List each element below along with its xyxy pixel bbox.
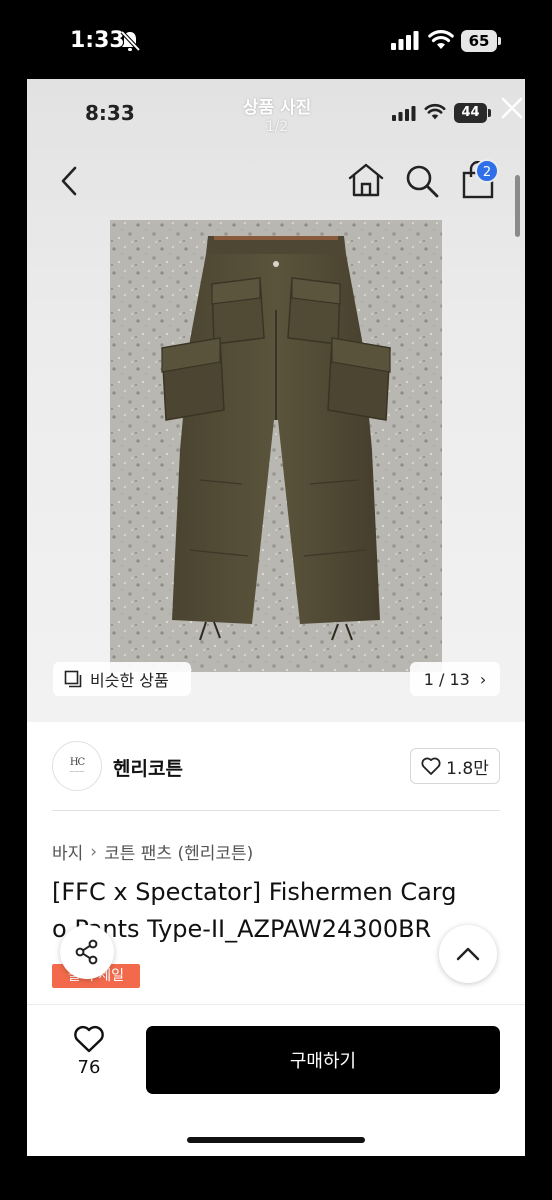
wifi-icon bbox=[428, 30, 454, 49]
similar-products-icon bbox=[64, 670, 82, 688]
outer-time: 1:33 bbox=[70, 28, 125, 53]
outer-status-bar: 1:33 65 bbox=[0, 0, 552, 80]
heart-outline-icon bbox=[421, 757, 441, 775]
battery-indicator: 65 bbox=[461, 30, 501, 52]
inner-time: 8:33 bbox=[85, 101, 135, 125]
similar-products-label: 비슷한 상품 bbox=[90, 671, 169, 690]
chevron-right-icon: › bbox=[90, 841, 98, 862]
share-button[interactable] bbox=[60, 925, 114, 979]
back-chevron-icon[interactable] bbox=[57, 165, 83, 197]
product-title-line-1: [FFC x Spectator] Fishermen Carg bbox=[52, 878, 457, 906]
image-page-counter-text: 1 / 13 bbox=[423, 669, 470, 689]
image-page-counter[interactable]: 1 / 13 › bbox=[410, 662, 500, 696]
bell-muted-icon bbox=[120, 30, 140, 52]
brand-like-count: 1.8만 bbox=[446, 758, 489, 779]
search-icon[interactable] bbox=[404, 164, 440, 198]
inner-battery-level: 44 bbox=[454, 103, 487, 123]
viewer-title: 상품 사진 bbox=[242, 98, 312, 118]
brand-logo-mark: HC bbox=[69, 757, 85, 768]
viewer-counter: 1/2 bbox=[265, 119, 289, 135]
inner-battery-indicator: 44 bbox=[454, 103, 492, 123]
brand-like-button[interactable]: 1.8만 bbox=[410, 748, 500, 784]
divider bbox=[52, 810, 500, 811]
chevron-up-icon bbox=[456, 947, 480, 961]
inner-cellular-signal-icon bbox=[392, 106, 416, 121]
share-icon bbox=[75, 939, 98, 965]
breadcrumb-level-1[interactable]: 바지 bbox=[52, 839, 83, 864]
phone-screen: 1:33 65 8:33 상품 사진 1/2 44 2 비슷한 상품 1 / 1… bbox=[0, 0, 552, 1200]
wishlist-button[interactable]: 76 bbox=[67, 1025, 111, 1091]
brand-logo[interactable]: HC ——— bbox=[52, 741, 102, 791]
battery-nub bbox=[498, 37, 501, 45]
inner-wifi-icon bbox=[424, 103, 446, 120]
inner-battery-nub bbox=[488, 109, 491, 117]
scroll-to-top-button[interactable] bbox=[439, 925, 497, 983]
wishlist-count: 76 bbox=[77, 1057, 101, 1078]
home-icon[interactable] bbox=[347, 162, 385, 198]
buy-button[interactable]: 구매하기 bbox=[146, 1026, 500, 1094]
cellular-signal-icon bbox=[391, 31, 419, 50]
breadcrumb: 바지 › 코튼 팬츠 (헨리코튼) bbox=[52, 839, 253, 865]
cart-count-badge: 2 bbox=[475, 159, 499, 183]
product-photo-cargo-pants[interactable] bbox=[110, 220, 442, 672]
brand-name[interactable]: 헨리코튼 bbox=[113, 754, 183, 781]
product-image-area: 8:33 상품 사진 1/2 44 2 비슷한 상품 1 / 13 › bbox=[27, 79, 525, 722]
brand-logo-wordmark: ——— bbox=[69, 769, 85, 775]
battery-level: 65 bbox=[461, 30, 497, 52]
chevron-right-icon: › bbox=[479, 669, 487, 689]
scrollbar-thumb[interactable] bbox=[515, 175, 520, 237]
breadcrumb-level-2[interactable]: 코튼 팬츠 (헨리코튼) bbox=[104, 839, 253, 864]
photo-viewer-screen: 8:33 상품 사진 1/2 44 2 비슷한 상품 1 / 13 › HC —… bbox=[27, 79, 525, 1156]
heart-outline-icon bbox=[74, 1025, 104, 1053]
home-indicator[interactable] bbox=[187, 1137, 365, 1143]
close-icon[interactable] bbox=[501, 97, 523, 119]
similar-products-button[interactable]: 비슷한 상품 bbox=[53, 662, 191, 696]
